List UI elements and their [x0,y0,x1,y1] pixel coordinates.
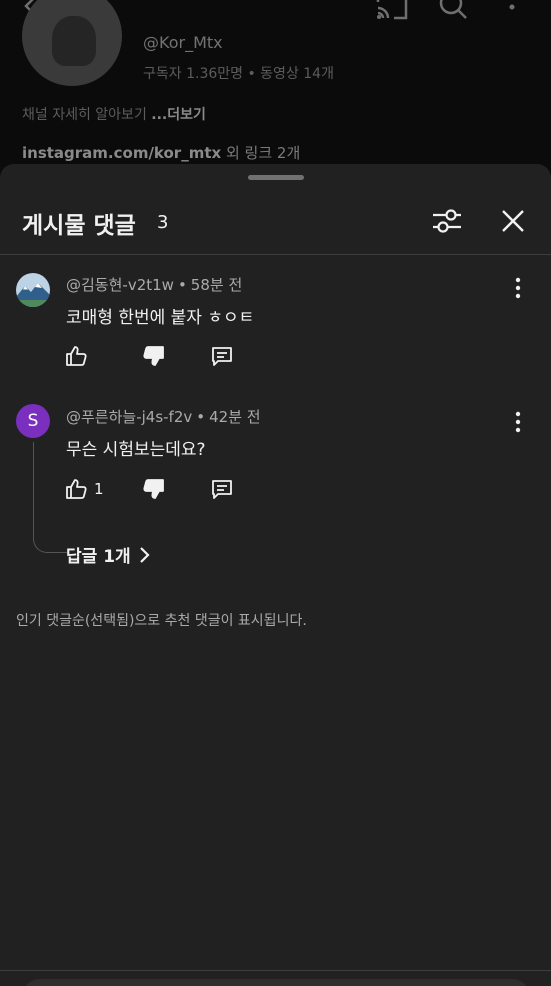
thumbs-down-icon [143,479,164,499]
channel-avatar [22,0,122,86]
avatar[interactable]: S [16,404,50,438]
more-vertical-icon [515,277,521,299]
sliders-icon [433,209,461,233]
more-vertical-icon[interactable] [506,0,518,22]
close-icon [502,210,524,232]
channel-link-more[interactable]: 외 링크 2개 [226,144,300,162]
thumbs-down-icon [143,346,164,366]
comment-author[interactable]: @김동현-v2t1w [66,276,174,294]
like-button[interactable] [64,343,94,369]
replies-label: 답글 1개 [66,547,131,567]
channel-about[interactable]: 채널 자세히 알아보기 ...더보기 [22,104,206,124]
reply-button[interactable] [210,343,234,369]
comment-reply-icon [212,347,232,366]
channel-header-background: @Kor_Mtx 구독자 1.36만명 • 동영상 14개 채널 자세히 알아보… [0,0,551,190]
search-icon[interactable] [438,0,468,26]
thumbs-up-icon [66,479,87,499]
comment-menu-button[interactable] [506,276,530,300]
comment-text: 무슨 시험보는데요? [66,440,206,460]
close-button[interactable] [498,206,528,236]
header-divider [0,254,551,255]
channel-link-url[interactable]: instagram.com/kor_mtx [22,144,221,162]
channel-handle: @Kor_Mtx [143,33,223,52]
comment-text: 코매형 한번에 붙자 ㅎㅇㅌ [66,308,255,328]
dislike-button[interactable] [142,476,166,502]
comments-sheet: 게시물 댓글 3 @김동현-v2t1w • 58분 전 코매형 한번에 붙자 ㅎㅇ [0,164,551,986]
view-replies-button[interactable]: 답글 1개 [66,542,151,567]
more-vertical-icon [515,411,521,433]
thumbs-up-icon [66,346,87,366]
like-count: 1 [94,480,104,498]
mountain-avatar-icon [16,273,50,307]
channel-stats: 구독자 1.36만명 • 동영상 14개 [143,66,334,82]
comment-author[interactable]: @푸른하늘-j4s-f2v [66,408,192,426]
avatar[interactable] [16,273,50,307]
reply-thread-line [33,442,67,553]
comment-input-bar [0,970,551,986]
comment-menu-button[interactable] [506,410,530,434]
dislike-button[interactable] [142,343,166,369]
comment-count: 3 [157,212,169,233]
comment-reply-icon [212,480,232,499]
sheet-title: 게시물 댓글 [22,213,136,239]
channel-about-text: 채널 자세히 알아보기 [22,107,147,123]
comment-input[interactable] [22,979,530,986]
sort-filter-button[interactable] [430,206,464,236]
comment-time: 58분 전 [190,276,243,294]
channel-about-more[interactable]: ...더보기 [151,107,206,123]
cast-icon[interactable] [376,0,408,24]
sort-info-note: 인기 댓글순(선택됨)으로 추천 댓글이 표시됩니다. [16,613,307,629]
sheet-drag-handle[interactable] [248,175,304,180]
comment-meta: @푸른하늘-j4s-f2v • 42분 전 [66,408,261,426]
reply-button[interactable] [210,476,234,502]
comment-time: 42분 전 [209,408,261,426]
channel-links[interactable]: instagram.com/kor_mtx 외 링크 2개 [22,142,300,163]
like-button[interactable]: 1 [64,476,104,502]
comment-meta: @김동현-v2t1w • 58분 전 [66,276,243,294]
chevron-right-icon [139,546,150,563]
